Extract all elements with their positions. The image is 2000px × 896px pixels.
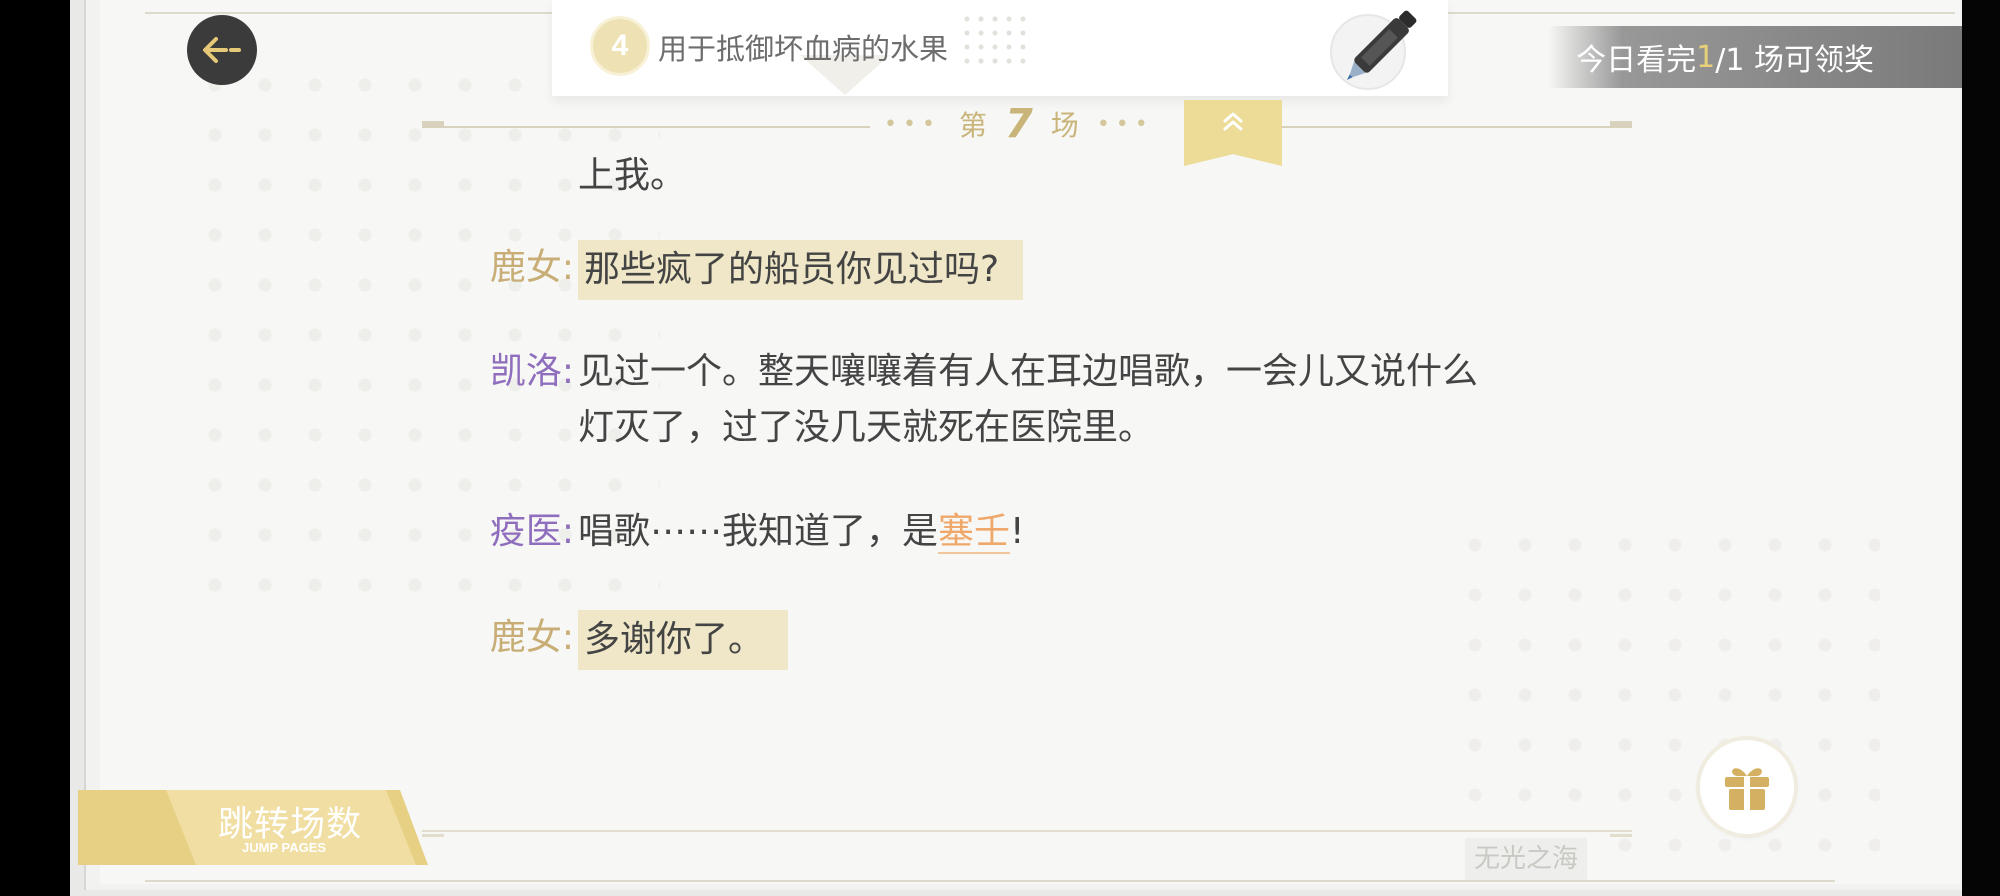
- dots-decoration: •••: [1096, 111, 1154, 137]
- reward-prefix: 今日看完: [1576, 43, 1697, 78]
- speaker-name: 凯洛:: [489, 351, 574, 392]
- keyword-link[interactable]: 塞壬: [938, 511, 1011, 554]
- gift-button[interactable]: [1700, 740, 1794, 834]
- marker-pen-icon: [1346, 10, 1417, 81]
- screen-edge: [1962, 0, 2000, 896]
- scene-divider-left: [422, 126, 870, 128]
- daily-reward-banner[interactable]: 今日看完 1 /1 场可领奖: [1548, 26, 1962, 88]
- speaker-name: 鹿女:: [489, 247, 574, 288]
- marker-button[interactable]: [1330, 10, 1417, 90]
- divider-cap: [422, 834, 444, 837]
- reward-current-count: 1: [1696, 39, 1716, 75]
- speaker-name: 疫医:: [489, 511, 574, 552]
- back-button[interactable]: [187, 15, 257, 85]
- dots-decoration: •••: [884, 111, 941, 137]
- dialogue-text: 见过一个。整天嚷嚷着有人在耳边唱歌，一会儿又说什么: [578, 351, 1479, 392]
- dialogue-text: 那些疯了的船员你见过吗?: [578, 240, 1024, 300]
- watermark: 无光之海: [1465, 838, 1587, 880]
- dialogue-text: 多谢你了。: [578, 610, 789, 670]
- chapter-number-badge: 4: [590, 16, 650, 76]
- dots-decoration: [960, 12, 1030, 66]
- dialogue-text-part: !: [1010, 511, 1025, 552]
- page-bottom-rule: [145, 880, 1835, 882]
- arrow-left-icon: [203, 37, 241, 63]
- scene-divider-right: [1282, 126, 1632, 128]
- dialogue-text: 唱歌⋯⋯我知道了，是塞壬!: [578, 504, 1024, 560]
- dialogue-continuation: 上我。: [578, 155, 687, 196]
- divider-cap: [1610, 834, 1632, 837]
- footer-divider: [422, 830, 1632, 832]
- jump-pages-subtitle: JUMP PAGES: [242, 840, 327, 855]
- reward-suffix: /1 场可领奖: [1715, 43, 1874, 78]
- scene-number: 7: [1004, 101, 1033, 147]
- dialogue-text: 灯灭了，过了没几天就死在医院里。: [578, 407, 1155, 448]
- gift-icon: [1725, 768, 1769, 810]
- background-pattern: [1450, 520, 1880, 860]
- scene-suffix: 场: [1050, 109, 1079, 142]
- divider-cap: [1610, 121, 1632, 126]
- chapter-title: 用于抵御坏血病的水果: [658, 32, 949, 66]
- speaker-name: 鹿女:: [489, 617, 574, 658]
- scene-label: ••• 第 7 场 •••: [884, 101, 1154, 147]
- dialogue-text-part: 唱歌⋯⋯我知道了，是: [578, 511, 939, 552]
- double-chevron-up-icon: [1223, 112, 1243, 131]
- scene-prefix: 第: [958, 109, 987, 142]
